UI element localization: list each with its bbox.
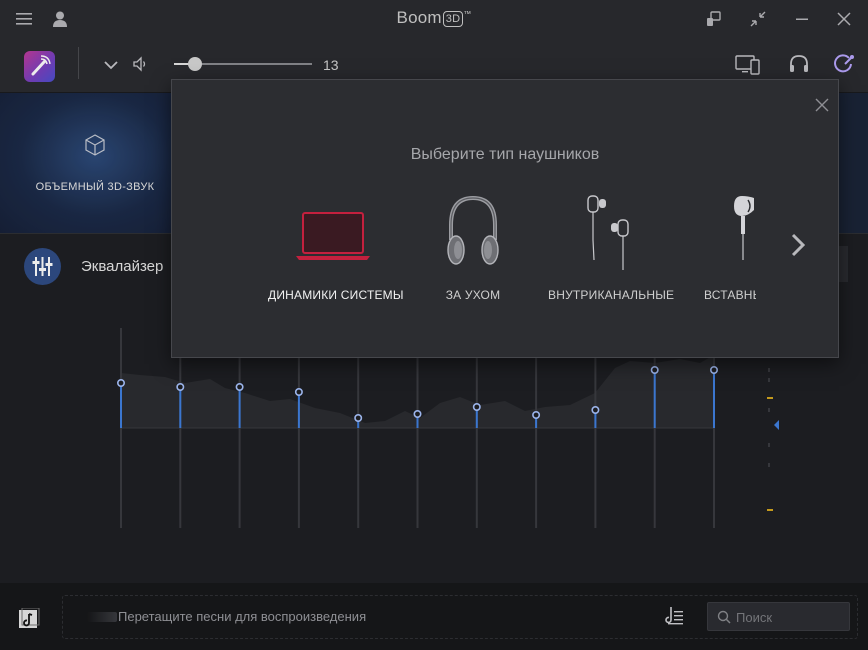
boom3d-window: Boom 3D ™ 13 ОБЪЕМНЫЙ 3D-ЗВУК Эквалайзер… <box>0 0 868 650</box>
boom-logo <box>24 51 55 82</box>
eq-band-knob[interactable] <box>354 414 363 423</box>
chevron-right-icon[interactable] <box>786 230 810 260</box>
minimize-icon[interactable] <box>792 9 812 29</box>
trademark: ™ <box>463 9 472 19</box>
toolbar-divider <box>78 47 79 79</box>
eq-band-knob[interactable] <box>413 410 422 419</box>
album-art-icon[interactable] <box>18 608 40 630</box>
option-over-ear[interactable]: ЗА УХОМ <box>418 190 528 310</box>
output-level-meter <box>767 368 773 511</box>
headphones-icon[interactable] <box>787 52 811 76</box>
option-system-speakers[interactable]: ДИНАМИКИ СИСТЕМЫ <box>268 190 404 310</box>
title-bar: Boom 3D ™ <box>0 0 868 37</box>
eq-band-knob[interactable] <box>176 383 185 392</box>
effect-label: ОБЪЕМНЫЙ 3D-ЗВУК <box>35 181 155 193</box>
cube-3d-icon <box>85 134 105 156</box>
option-label: ЗА УХОМ <box>445 288 501 302</box>
earbuds-icon <box>734 196 754 260</box>
meter-marker-bottom <box>767 509 773 511</box>
search-input[interactable] <box>736 608 844 626</box>
drop-zone-text: Перетащите песни для воспроизведения <box>118 609 367 624</box>
volume-slider-thumb[interactable] <box>187 57 202 71</box>
volume-slider[interactable] <box>174 57 312 71</box>
option-earbuds[interactable]: ВСТАВНЫ <box>696 190 756 310</box>
preamp-pointer-icon[interactable] <box>774 420 779 430</box>
laptop-speaker-icon <box>296 212 370 260</box>
drop-zone-fade <box>87 612 117 622</box>
option-label: ВНУТРИКАНАЛЬНЫЕ <box>548 288 675 302</box>
search-icon <box>717 610 731 624</box>
eq-band-knob[interactable] <box>117 379 126 388</box>
close-dialog-icon[interactable] <box>815 98 829 112</box>
search-box <box>707 602 850 631</box>
volume-value: 13 <box>323 57 339 73</box>
app-name: Boom <box>396 8 442 27</box>
dialog-title: Выберите тип наушников <box>410 146 600 163</box>
playlist-icon[interactable] <box>665 605 685 627</box>
headphone-type-dialog: Выберите тип наушников ДИНАМИКИ СИСТЕМЫ … <box>171 79 839 358</box>
option-label: ВСТАВНЫ <box>704 288 756 302</box>
option-in-ear[interactable]: ВНУТРИКАНАЛЬНЫЕ <box>548 190 675 310</box>
speaker-volume-icon[interactable] <box>131 55 149 73</box>
eq-band-knob[interactable] <box>472 403 481 412</box>
equalizer-sliders-icon <box>32 257 53 276</box>
equalizer-button[interactable] <box>24 248 61 285</box>
meter-marker-top <box>767 397 773 399</box>
equalizer-label: Эквалайзер <box>81 258 164 275</box>
effect-3d-surround-tile[interactable]: ОБЪЕМНЫЙ 3D-ЗВУК <box>0 93 190 233</box>
eq-band-knob[interactable] <box>532 411 541 420</box>
close-window-icon[interactable] <box>834 9 854 29</box>
boom-effect-toggle-icon[interactable] <box>831 52 857 76</box>
output-device-icon[interactable] <box>734 53 762 77</box>
eq-band-knob[interactable] <box>235 383 244 392</box>
over-ear-headphones-icon <box>447 195 499 265</box>
shrink-window-icon[interactable] <box>748 9 768 29</box>
eq-band-knob[interactable] <box>294 388 303 397</box>
eq-band-knob[interactable] <box>709 366 718 375</box>
chevron-down-icon[interactable] <box>102 56 120 74</box>
eq-band-knob[interactable] <box>591 406 600 415</box>
remote-device-icon[interactable] <box>704 9 724 29</box>
in-ear-earphones-icon <box>587 195 629 270</box>
option-label: ДИНАМИКИ СИСТЕМЫ <box>268 288 404 302</box>
title-badge: 3D <box>442 11 464 27</box>
eq-band-knob[interactable] <box>650 366 659 375</box>
window-title: Boom 3D ™ <box>0 8 868 28</box>
boom-logo-icon <box>31 55 51 76</box>
